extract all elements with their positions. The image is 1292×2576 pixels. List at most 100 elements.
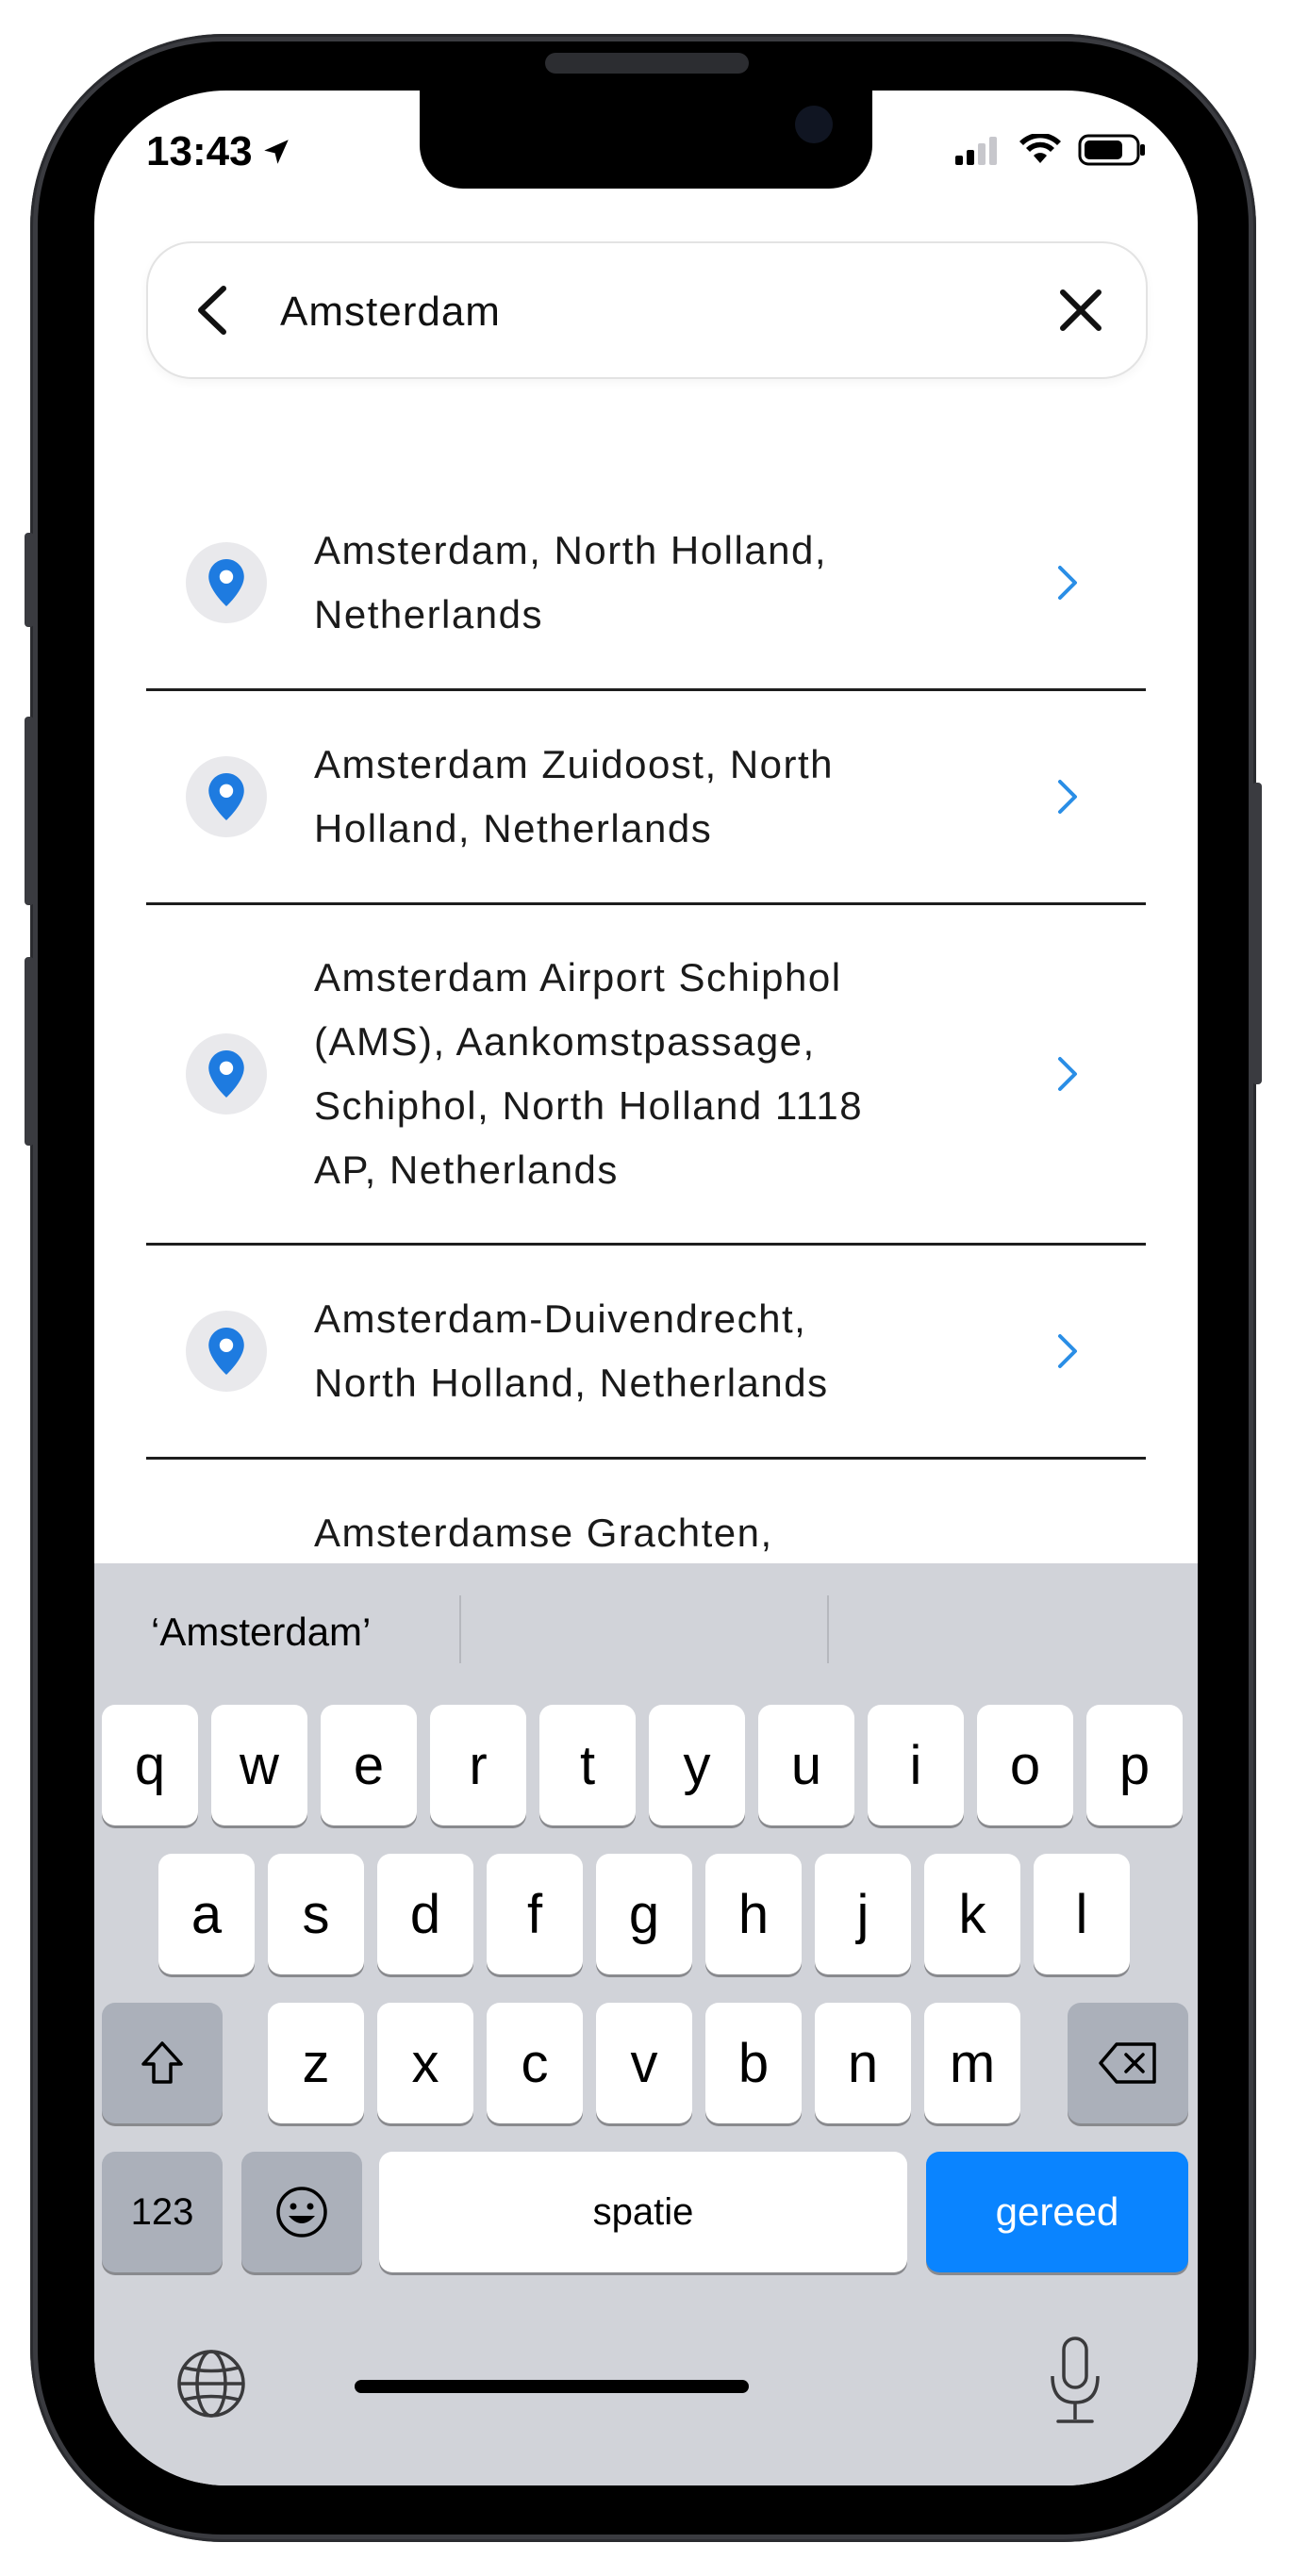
key-i[interactable]: i (868, 1705, 964, 1825)
result-item[interactable]: Amsterdamse Grachten, (146, 1460, 1146, 1573)
search-bar[interactable]: Amsterdam (146, 241, 1148, 379)
result-item[interactable]: Amsterdam, North Holland, Netherlands (146, 477, 1146, 691)
key-t[interactable]: t (539, 1705, 636, 1825)
key-label: s (302, 1883, 330, 1945)
key-m[interactable]: m (924, 2003, 1020, 2123)
key-u[interactable]: u (758, 1705, 854, 1825)
home-indicator (355, 2380, 749, 2393)
result-address: Amsterdam-Duivendrecht, North Holland, N… (314, 1287, 955, 1415)
status-icons (955, 133, 1146, 167)
result-item[interactable]: Amsterdam Airport Schiphol (AMS), Aankom… (146, 905, 1146, 1246)
numbers-key[interactable]: 123 (102, 2152, 223, 2272)
key-label: e (353, 1734, 385, 1796)
key-c[interactable]: c (487, 2003, 583, 2123)
result-address: Amsterdam Zuidoost, North Holland, Nethe… (314, 733, 955, 861)
key-p[interactable]: p (1086, 1705, 1183, 1825)
location-pin-icon (208, 559, 244, 606)
result-line: Amsterdam-Duivendrecht, (314, 1296, 807, 1341)
key-label: y (683, 1734, 711, 1796)
key-v[interactable]: v (596, 2003, 692, 2123)
key-y[interactable]: y (649, 1705, 745, 1825)
volume-down-button (25, 957, 34, 1146)
key-label: d (409, 1883, 441, 1945)
key-k[interactable]: k (924, 1854, 1020, 1974)
location-pin-icon (208, 773, 244, 820)
key-label: j (856, 1883, 870, 1945)
key-b[interactable]: b (705, 2003, 802, 2123)
screen: 13:43 Amsterdam Amsterdam, North Holland… (94, 91, 1198, 2485)
space-key[interactable]: spatie (379, 2152, 907, 2272)
key-label: o (1009, 1734, 1041, 1796)
key-j[interactable]: j (815, 1854, 911, 1974)
key-label: p (1118, 1734, 1151, 1796)
suggestion-divider (827, 1595, 829, 1663)
key-d[interactable]: d (377, 1854, 473, 1974)
location-pin-badge (186, 542, 267, 623)
results-list: Amsterdam, North Holland, Netherlands Am… (146, 477, 1146, 1573)
battery-icon (1078, 134, 1145, 166)
chevron-right-icon (1058, 1334, 1077, 1368)
result-line: Amsterdam, North Holland, (314, 528, 828, 572)
key-l[interactable]: l (1034, 1854, 1130, 1974)
location-arrow-icon (263, 140, 289, 164)
result-line: Amsterdamse Grachten, (314, 1511, 773, 1555)
backspace-icon (1099, 2042, 1156, 2084)
globe-icon[interactable] (174, 2346, 249, 2421)
key-label: x (411, 2032, 439, 2094)
key-label: spatie (592, 2190, 694, 2233)
key-label: k (958, 1883, 986, 1945)
result-line: AP, Netherlands (314, 1148, 619, 1192)
search-input[interactable]: Amsterdam (280, 289, 501, 336)
location-pin-icon (208, 1050, 244, 1098)
key-label: i (909, 1734, 922, 1796)
key-f[interactable]: f (487, 1854, 583, 1974)
location-pin-badge (186, 1033, 267, 1115)
result-line: Amsterdam Zuidoost, North (314, 742, 835, 786)
key-label: t (579, 1734, 596, 1796)
key-label: a (190, 1883, 223, 1945)
clear-x-icon[interactable] (1053, 283, 1108, 338)
wifi-icon (1019, 134, 1061, 163)
suggestion-item[interactable]: ‘Amsterdam’ (151, 1563, 434, 1701)
key-label: l (1075, 1883, 1088, 1945)
key-n[interactable]: n (815, 2003, 911, 2123)
result-address: Amsterdam Airport Schiphol (AMS), Aankom… (314, 946, 955, 1202)
key-label: m (949, 2032, 996, 2094)
result-item[interactable]: Amsterdam Zuidoost, North Holland, Nethe… (146, 691, 1146, 905)
mute-switch (25, 533, 34, 627)
result-address: Amsterdamse Grachten, (314, 1501, 955, 1565)
result-line: (AMS), Aankomstpassage, (314, 1019, 816, 1064)
key-z[interactable]: z (268, 2003, 364, 2123)
shift-arrow-icon (141, 2041, 183, 2084)
key-o[interactable]: o (977, 1705, 1073, 1825)
emoji-smiley-icon (276, 2187, 327, 2237)
result-item[interactable]: Amsterdam-Duivendrecht, North Holland, N… (146, 1246, 1146, 1460)
result-line: Holland, Netherlands (314, 806, 713, 850)
backspace-key[interactable] (1068, 2003, 1188, 2123)
key-e[interactable]: e (321, 1705, 417, 1825)
earpiece-speaker (545, 53, 749, 74)
key-h[interactable]: h (705, 1854, 802, 1974)
key-label: u (790, 1734, 822, 1796)
volume-up-button (25, 717, 34, 905)
key-a[interactable]: a (158, 1854, 255, 1974)
emoji-key[interactable] (241, 2152, 362, 2272)
chevron-right-icon (1058, 780, 1077, 814)
key-label: n (847, 2032, 879, 2094)
shift-key[interactable] (102, 2003, 223, 2123)
key-x[interactable]: x (377, 2003, 473, 2123)
microphone-icon[interactable] (1045, 2335, 1105, 2429)
chevron-right-icon (1058, 566, 1077, 600)
key-q[interactable]: q (102, 1705, 198, 1825)
result-line: Schiphol, North Holland 1118 (314, 1083, 864, 1128)
result-line: Amsterdam Airport Schiphol (314, 955, 842, 999)
key-r[interactable]: r (430, 1705, 526, 1825)
key-label: h (737, 1883, 770, 1945)
done-key[interactable]: gereed (926, 2152, 1188, 2272)
key-s[interactable]: s (268, 1854, 364, 1974)
key-g[interactable]: g (596, 1854, 692, 1974)
back-chevron-icon[interactable] (186, 281, 239, 339)
key-label: w (240, 1734, 279, 1796)
key-label: 123 (130, 2190, 194, 2233)
key-w[interactable]: w (211, 1705, 307, 1825)
